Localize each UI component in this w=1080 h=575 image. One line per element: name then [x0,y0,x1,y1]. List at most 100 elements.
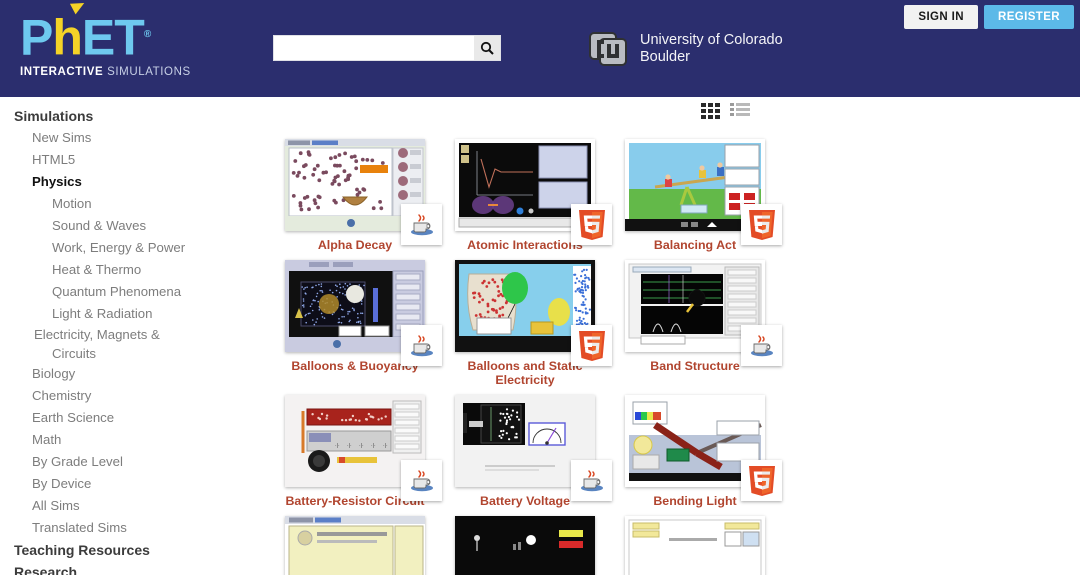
sidebar-item-quantum-phenomena[interactable]: Quantum Phenomena [0,281,236,303]
phet-logo[interactable]: PhET® INTERACTIVE SIMULATIONS [20,0,195,82]
registered-mark-icon: ® [143,29,151,40]
sidebar-item-simulations[interactable]: Simulations [0,105,236,127]
simulation-thumbnail[interactable] [625,395,782,501]
html5-badge-icon [748,465,775,496]
search-button[interactable] [474,36,500,60]
html5-badge [741,460,782,501]
sidebar-item-label: Quantum Phenomena [52,284,182,299]
search-input[interactable] [274,36,474,60]
sidebar-item-by-grade-level[interactable]: By Grade Level [0,451,236,473]
java-badge-icon [580,469,603,491]
phet-logo-text: PhET® [20,0,195,63]
sidebar-item-label: Teaching Resources [14,542,150,558]
java-badge-icon [410,334,433,356]
simulation-card[interactable]: Balloons & Buoyancy [270,256,442,387]
logo-sub-light: SIMULATIONS [103,65,191,78]
sidebar-item-chemistry[interactable]: Chemistry [0,385,236,407]
simulation-thumbnail[interactable] [455,139,612,245]
phet-logo-subtitle: INTERACTIVE SIMULATIONS [20,66,195,78]
simulation-thumbnail[interactable] [285,516,425,575]
university-logo[interactable]: University of Colorado Boulder [588,30,783,68]
java-badge-icon [750,334,773,356]
sidebar-item-earth-science[interactable]: Earth Science [0,407,236,429]
sidebar-item-motion[interactable]: Motion [0,193,236,215]
java-badge-icon [410,469,433,491]
simulation-thumbnail[interactable] [455,395,612,501]
html5-badge [571,325,612,366]
list-view-icon[interactable] [730,103,750,119]
simulation-card[interactable]: Band Structure [610,256,782,387]
page-body: Simulations New Sims HTML5 Physics Motion Sou… [0,97,1080,575]
sidebar-item-all-sims[interactable]: All Sims [0,495,236,517]
university-line2: Boulder [640,49,690,65]
sidebar-item-sound-waves[interactable]: Sound & Waves [0,215,236,237]
svg-text:·|·: ·|· [335,443,340,449]
university-name: University of Colorado Boulder [640,32,783,66]
html5-badge-icon [748,209,775,240]
sidebar-item-teaching-resources[interactable]: Teaching Resources [0,539,236,561]
main-content: Alpha Decay Atomic Interactions Balancin… [236,97,1080,575]
html5-badge [741,204,782,245]
sidebar-item-label: Math [32,432,62,447]
sidebar-item-translated-sims[interactable]: Translated Sims [0,517,236,539]
html5-badge-icon [578,330,605,361]
simulation-card[interactable] [270,512,440,575]
simulation-card[interactable]: ·|· ·|· ·|· ·|· ·|· Battery-Resistor Circuit [270,391,442,508]
view-toggle [701,103,750,119]
simulation-thumbnail[interactable]: ·|· ·|· ·|· ·|· ·|· [285,395,442,501]
simulation-thumbnail[interactable] [285,260,442,366]
site-header: PhET® INTERACTIVE SIMULATIONS University… [0,0,1080,97]
sidebar-item-label: Work, Energy & Power [52,240,186,255]
university-line1: University of Colorado [640,32,783,48]
svg-text:·|·: ·|· [383,443,388,449]
sidebar-item-light-radiation[interactable]: Light & Radiation [0,303,236,325]
sidebar-item-label: Chemistry [32,388,92,403]
html5-badge [571,204,612,245]
sidebar-item-new-sims[interactable]: New Sims [0,127,236,149]
sidebar-item-research[interactable]: Research [0,561,236,575]
sidebar-item-by-device[interactable]: By Device [0,473,236,495]
simulation-card[interactable] [440,512,610,575]
sidebar-item-label: Physics [32,174,82,189]
simulation-thumbnail[interactable] [455,516,595,575]
sidebar-item-heat-thermo[interactable]: Heat & Thermo [0,259,236,281]
svg-text:·|·: ·|· [371,443,376,449]
simulation-grid: Alpha Decay Atomic Interactions Balancin… [270,97,1062,575]
sidebar-item-label: New Sims [32,130,92,145]
html5-badge-icon [578,209,605,240]
register-button[interactable]: REGISTER [984,5,1074,29]
sidebar-item-biology[interactable]: Biology [0,363,236,385]
simulation-thumbnail[interactable] [625,139,782,245]
sidebar-item-label: By Grade Level [32,454,123,469]
sign-in-button[interactable]: SIGN IN [904,5,978,29]
simulation-thumbnail[interactable] [625,260,782,366]
sidebar-item-label: Translated Sims [32,520,127,535]
sidebar-item-label: All Sims [32,498,80,513]
sidebar-item-math[interactable]: Math [0,429,236,451]
simulation-card[interactable]: Balancing Act [610,135,782,252]
search-box[interactable] [273,35,501,61]
simulation-card[interactable]: Atomic Interactions [440,135,612,252]
simulation-card[interactable]: Battery Voltage [440,391,612,508]
java-badge-icon [410,213,433,235]
simulation-thumbnail[interactable] [625,516,765,575]
auth-buttons: SIGN IN REGISTER [904,5,1074,29]
svg-text:·|·: ·|· [359,443,364,449]
simulation-card[interactable]: Balloons and Static Electricity [440,256,612,387]
svg-text:·|·: ·|· [347,443,352,449]
sidebar-item-physics[interactable]: Physics [0,171,236,193]
simulation-card[interactable]: Bending Light [610,391,782,508]
grid-view-icon[interactable] [701,103,721,119]
sidebar-item-label: HTML5 [32,152,76,167]
sidebar-item-html5[interactable]: HTML5 [0,149,236,171]
sidebar-navigation: Simulations New Sims HTML5 Physics Motion Sou… [0,97,236,575]
sidebar-item-label: Light & Radiation [52,306,153,321]
simulation-thumbnail[interactable] [285,139,442,245]
sidebar-item-work-energy-power[interactable]: Work, Energy & Power [0,237,236,259]
simulation-card[interactable]: Alpha Decay [270,135,442,252]
simulation-thumbnail[interactable] [455,260,612,366]
sidebar-item-electricity-magnets-circuits[interactable]: Electricity, Magnets & Circuits [0,325,190,363]
simulation-card[interactable] [610,512,780,575]
sidebar-item-label: Electricity, Magnets & Circuits [34,327,160,361]
sidebar-item-label: By Device [32,476,92,491]
